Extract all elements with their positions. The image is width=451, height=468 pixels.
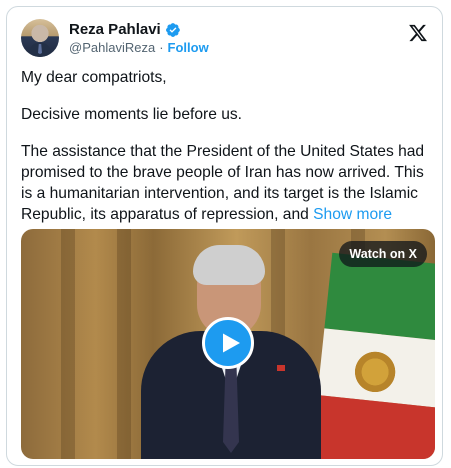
tweet-paragraph: The assistance that the President of the… [21, 143, 425, 223]
follow-button[interactable]: Follow [168, 40, 209, 55]
tweet-text: My dear compatriots, Decisive moments li… [21, 67, 435, 241]
play-icon [223, 333, 240, 353]
tweet-card[interactable]: Reza Pahlavi @PahlaviReza · Follow My de… [6, 6, 443, 466]
author-handle[interactable]: @PahlaviReza [69, 40, 155, 55]
tweet-paragraph: My dear compatriots, [21, 69, 167, 86]
separator-dot: · [159, 40, 164, 55]
avatar[interactable] [21, 19, 59, 57]
show-more-link[interactable]: Show more [313, 206, 392, 223]
author-name[interactable]: Reza Pahlavi [69, 21, 161, 38]
author-row: Reza Pahlavi [69, 21, 181, 38]
video-player[interactable]: Watch on X [21, 229, 435, 459]
tweet-paragraph: Decisive moments lie before us. [21, 106, 243, 123]
verified-badge-icon [165, 22, 180, 37]
x-logo-icon[interactable] [408, 23, 428, 43]
play-button[interactable] [202, 317, 254, 369]
handle-row: @PahlaviReza · Follow [69, 40, 209, 55]
watch-on-x-button[interactable]: Watch on X [339, 241, 427, 267]
tweet-header: Reza Pahlavi @PahlaviReza · Follow [21, 19, 432, 59]
